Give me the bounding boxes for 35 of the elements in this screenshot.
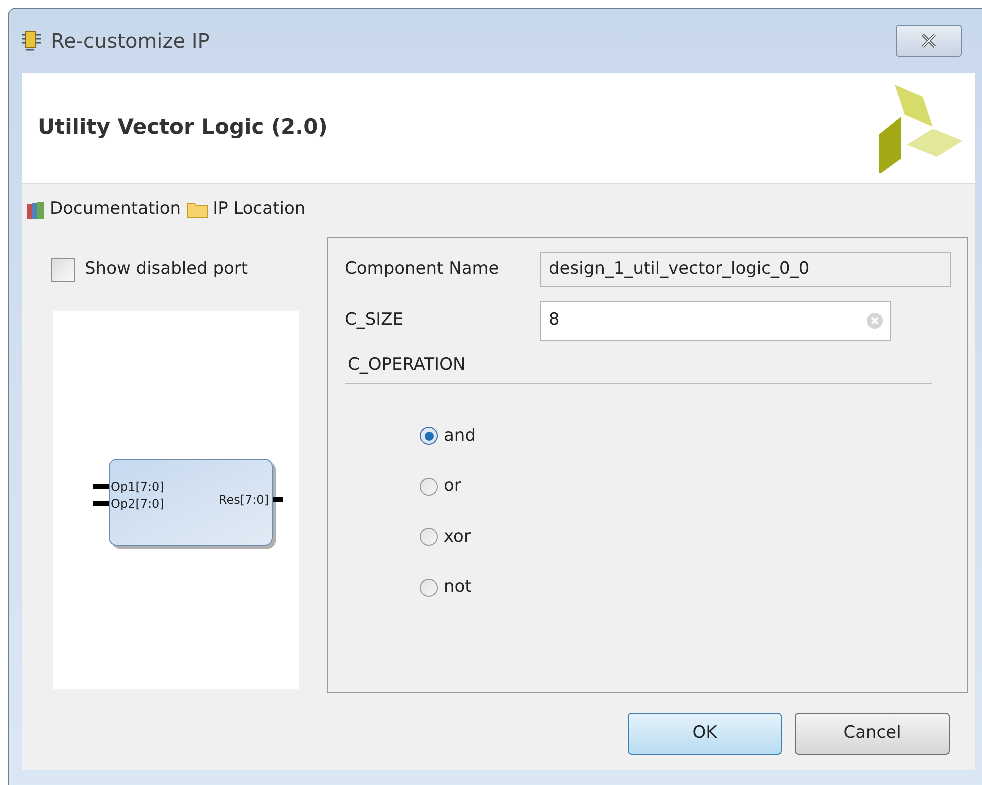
radio-button[interactable] <box>420 478 438 496</box>
component-name-field: design_1_util_vector_logic_0_0 <box>540 252 951 287</box>
field-label: C_SIZE <box>345 309 405 332</box>
ip-title: Utility Vector Logic (2.0) <box>38 114 328 142</box>
window-title: Re-customize IP <box>51 28 210 55</box>
folder-icon <box>187 201 210 219</box>
field-value: 8 <box>549 309 560 332</box>
chip-icon <box>21 30 43 52</box>
checkbox-label: Show disabled port <box>85 258 250 281</box>
logo-icon <box>877 83 965 173</box>
radio-label: not <box>444 576 472 599</box>
toolbar-link[interactable]: Documentation <box>26 197 182 223</box>
radio-label: and <box>444 424 476 448</box>
field-label: Component Name <box>345 258 500 281</box>
radio-button[interactable] <box>420 578 438 597</box>
close-button[interactable] <box>896 25 962 57</box>
c-size-field[interactable]: 8 <box>540 301 891 341</box>
radio-label: or <box>444 475 462 498</box>
toolbar-link[interactable]: IP Location <box>187 197 306 223</box>
clear-icon[interactable] <box>866 312 884 330</box>
group-label: C_OPERATION <box>348 355 466 375</box>
port-label: Op1[7:0] <box>111 479 164 496</box>
ok-button[interactable]: OK <box>628 713 782 755</box>
books-icon <box>26 200 46 220</box>
radio-button[interactable] <box>420 528 438 546</box>
port-label: Op2[7:0] <box>111 496 164 513</box>
port-pin <box>93 501 109 506</box>
port-label: Res[7:0] <box>218 492 269 509</box>
radio-button[interactable] <box>420 427 438 446</box>
port-pin <box>93 484 109 489</box>
cancel-button[interactable]: Cancel <box>795 713 950 755</box>
radio-label: xor <box>444 526 471 548</box>
close-icon <box>920 33 938 49</box>
port-pin <box>273 497 283 502</box>
checkbox[interactable] <box>51 258 75 282</box>
